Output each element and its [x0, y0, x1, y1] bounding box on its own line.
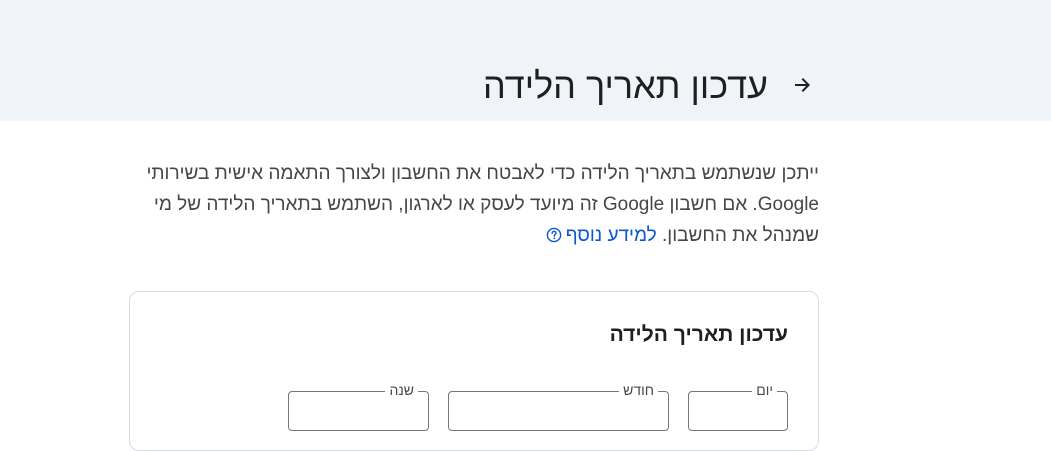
page-title: עדכון תאריך הלידה — [483, 65, 768, 106]
day-input[interactable]: יום — [688, 381, 788, 431]
birthday-card: עדכון תאריך הלידה יום חודש שנה — [129, 291, 819, 451]
year-input[interactable]: שנה — [288, 381, 429, 431]
month-select[interactable]: חודש — [448, 381, 669, 431]
learn-more-label: למידע נוסף — [565, 225, 657, 246]
learn-more-link[interactable]: למידע נוסף — [546, 225, 657, 246]
day-label: יום — [752, 381, 777, 399]
month-label: חודש — [619, 381, 658, 399]
arrow-back-icon — [791, 73, 815, 102]
birthday-description: ייתכן שנשתמש בתאריך הלידה כדי לאבטח את ה… — [119, 158, 819, 253]
year-label: שנה — [385, 381, 418, 399]
back-button[interactable] — [785, 69, 821, 105]
help-circle-icon — [546, 222, 562, 253]
page-header: עדכון תאריך הלידה — [0, 0, 1051, 121]
description-text: ייתכן שנשתמש בתאריך הלידה כדי לאבטח את ה… — [146, 163, 819, 246]
card-title: עדכון תאריך הלידה — [609, 323, 788, 346]
